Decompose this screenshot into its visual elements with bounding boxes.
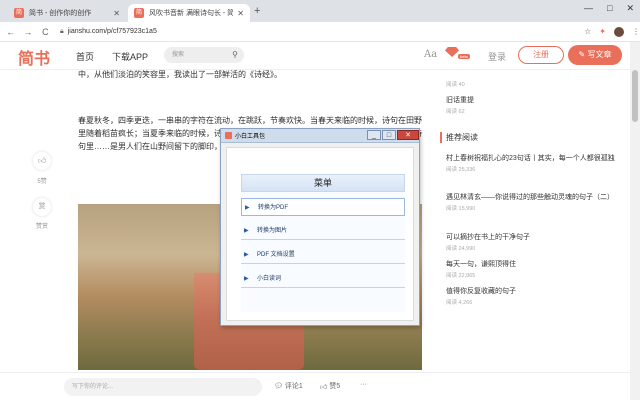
search-input[interactable]: 搜索 ⚲	[164, 47, 244, 63]
sidebar-item[interactable]: 阅读 40	[446, 78, 616, 88]
browser-tab-active[interactable]: 简 风吹书音新 满眼诗句长 - 简书 ✕	[128, 4, 250, 22]
recommended-reading-title: 推荐阅读	[440, 132, 478, 143]
recommended-item-meta: 阅读 25,336	[446, 167, 476, 173]
toolkit-maximize-button[interactable]: □	[382, 129, 396, 140]
menu-item-convert-image[interactable]: ▶ 转换为图片	[241, 222, 405, 240]
url-field[interactable]: 🔒︎ jianshu.com/p/cf757923c1a5	[60, 25, 574, 39]
browser-tab-strip: 简 简书 - 创作你的创作 ✕ 简 风吹书音新 满眼诗句长 - 简书 ✕ + —…	[0, 0, 640, 22]
recommended-item[interactable]: 可以摘抄在书上的干净句子 阅读 24,990	[446, 232, 616, 252]
recommended-item-title: 可以摘抄在书上的干净句子	[446, 234, 530, 241]
close-tab-icon[interactable]: ✕	[113, 9, 120, 18]
menu-item-label: 转换为图片	[257, 228, 288, 234]
recommended-item-meta: 阅读 4,266	[446, 300, 473, 306]
bottom-comment-bar: 写下你的评论... 💬︎ 评论1 👍︎ 赞5 ···	[0, 372, 630, 400]
profile-avatar[interactable]	[614, 26, 624, 37]
recommended-item[interactable]: 村上春树祝福扎心的23句话丨其实，每一个人都很孤独 阅读 25,336	[446, 153, 616, 173]
recommended-item-meta: 阅读 24,990	[446, 246, 476, 252]
window-controls: — □ ✕	[584, 3, 634, 14]
comment-input[interactable]: 写下你的评论...	[64, 378, 262, 396]
address-bar: ← → C 🔒︎ jianshu.com/p/cf757923c1a5 ☆ ✦ …	[0, 22, 640, 42]
star-icon[interactable]: ☆	[584, 27, 591, 36]
comment-button[interactable]: 💬︎ 评论1	[274, 381, 303, 391]
recommended-item[interactable]: 值得你反复收藏的句子 阅读 4,266	[446, 286, 616, 306]
reward-label: 赞赏	[35, 224, 48, 230]
like-count: 5赞	[37, 179, 47, 185]
sidebar-item[interactable]: 旧话重提 阅读 62	[446, 95, 616, 115]
toolkit-app-icon	[225, 132, 232, 139]
recommended-item[interactable]: 遇见林清玄——你说得过的那些触动灵魂的句子（二） 阅读 15,990	[446, 192, 616, 212]
diamond-icon[interactable]	[445, 47, 459, 57]
sidebar-item-meta: 阅读 62	[446, 109, 465, 115]
reload-button[interactable]: C	[39, 27, 52, 37]
url-text: jianshu.com/p/cf757923c1a5	[67, 28, 157, 35]
menu-panel: 菜单 ▶ 转换为PDF ▶ 转换为图片 ▶ PDF 文档设置 ▶ 小白读词	[241, 174, 405, 312]
minimize-window-button[interactable]: —	[584, 3, 593, 14]
recommended-item-title: 村上春树祝福扎心的23句话丨其实，每一个人都很孤独	[446, 155, 615, 162]
thumbs-up-icon[interactable]: 👍︎	[33, 152, 51, 170]
menu-item-label: PDF 文档设置	[257, 252, 295, 258]
search-placeholder: 搜索	[172, 52, 185, 58]
toolkit-title: 小白工具包	[235, 134, 266, 140]
article-paragraph: 中，从他们淡泊的笑容里，我读出了一部鲜活的《诗经》。	[78, 70, 282, 79]
lock-icon: 🔒︎	[59, 27, 64, 35]
jianshu-logo[interactable]: 简书	[18, 45, 50, 69]
reward-icon[interactable]: 赏	[33, 198, 51, 216]
scrollbar-thumb[interactable]	[632, 70, 638, 122]
toolkit-titlebar[interactable]: 小白工具包 _ □ ✕	[221, 129, 419, 143]
sidebar-item-meta: 阅读 40	[446, 82, 465, 88]
extension-icon[interactable]: ✦	[599, 27, 606, 36]
jianshu-favicon-icon: 简	[14, 8, 24, 18]
search-icon[interactable]: ⚲	[232, 47, 238, 63]
toolkit-window: 小白工具包 _ □ ✕ 菜单 ▶ 转换为PDF ▶ 转换为图片 ▶ PDF 文档…	[220, 128, 420, 326]
jianshu-favicon-icon: 简	[134, 8, 144, 18]
tab-title: 简书 - 创作你的创作	[29, 10, 92, 17]
arrow-right-icon: ▶	[244, 276, 249, 282]
recommended-item-meta: 阅读 22,865	[446, 273, 476, 279]
arrow-right-icon: ▶	[244, 228, 249, 234]
arrow-right-icon: ▶	[245, 205, 250, 211]
browser-tab[interactable]: 简 简书 - 创作你的创作 ✕	[8, 4, 126, 22]
toolkit-body: 菜单 ▶ 转换为PDF ▶ 转换为图片 ▶ PDF 文档设置 ▶ 小白读词	[226, 147, 414, 321]
like-button[interactable]: 👍︎ 赞5	[320, 381, 340, 391]
write-article-button[interactable]: ✎ 写文章	[568, 45, 622, 65]
forward-button[interactable]: →	[21, 27, 34, 37]
toolkit-close-button[interactable]: ✕	[397, 129, 419, 140]
recommended-item-title: 每天一句，谦熙顶得住	[446, 261, 516, 268]
login-link[interactable]: 登录	[488, 50, 506, 63]
close-window-button[interactable]: ✕	[626, 3, 634, 14]
recommended-item[interactable]: 每天一句，谦熙顶得住 阅读 22,865	[446, 259, 616, 279]
menu-item-read-words[interactable]: ▶ 小白读词	[241, 270, 405, 288]
font-size-toggle[interactable]: Aa	[424, 49, 437, 60]
back-button[interactable]: ←	[4, 27, 17, 37]
signup-button[interactable]: 注册	[518, 46, 564, 64]
menu-item-label: 转换为PDF	[258, 205, 289, 211]
more-button[interactable]: ···	[360, 381, 367, 388]
toolkit-minimize-button[interactable]: _	[367, 129, 381, 140]
new-tab-button[interactable]: +	[254, 5, 260, 17]
menu-title: 菜单	[241, 174, 405, 192]
menu-item-label: 小白读词	[257, 276, 282, 282]
menu-item-pdf-settings[interactable]: ▶ PDF 文档设置	[241, 246, 405, 264]
tab-title: 风吹书音新 满眼诗句长 - 简书	[149, 10, 234, 17]
recommended-item-meta: 阅读 15,990	[446, 206, 476, 212]
browser-menu-icon[interactable]: ⋮	[632, 27, 640, 36]
site-header: 简书 首页 下载APP 搜索 ⚲ Aa beta 登录 注册 ✎ 写文章	[0, 42, 630, 70]
comment-icon: 💬︎	[274, 383, 283, 390]
beta-badge: beta	[458, 54, 470, 59]
maximize-window-button[interactable]: □	[607, 3, 612, 14]
sidebar-item-title: 旧话重提	[446, 97, 474, 104]
close-tab-icon[interactable]: ✕	[237, 9, 244, 18]
recommended-item-title: 遇见林清玄——你说得过的那些触动灵魂的句子（二）	[446, 194, 614, 201]
write-label: 写文章	[587, 50, 612, 59]
thumbs-up-icon: 👍︎	[320, 383, 328, 391]
menu-item-convert-pdf[interactable]: ▶ 转换为PDF	[241, 198, 405, 216]
comment-label: 评论1	[284, 383, 303, 390]
nav-home-link[interactable]: 首页	[76, 50, 94, 63]
recommended-item-title: 值得你反复收藏的句子	[446, 288, 516, 295]
like-label: 赞5	[329, 383, 341, 390]
nav-download-app-link[interactable]: 下载APP	[112, 50, 148, 63]
arrow-right-icon: ▶	[244, 252, 249, 258]
